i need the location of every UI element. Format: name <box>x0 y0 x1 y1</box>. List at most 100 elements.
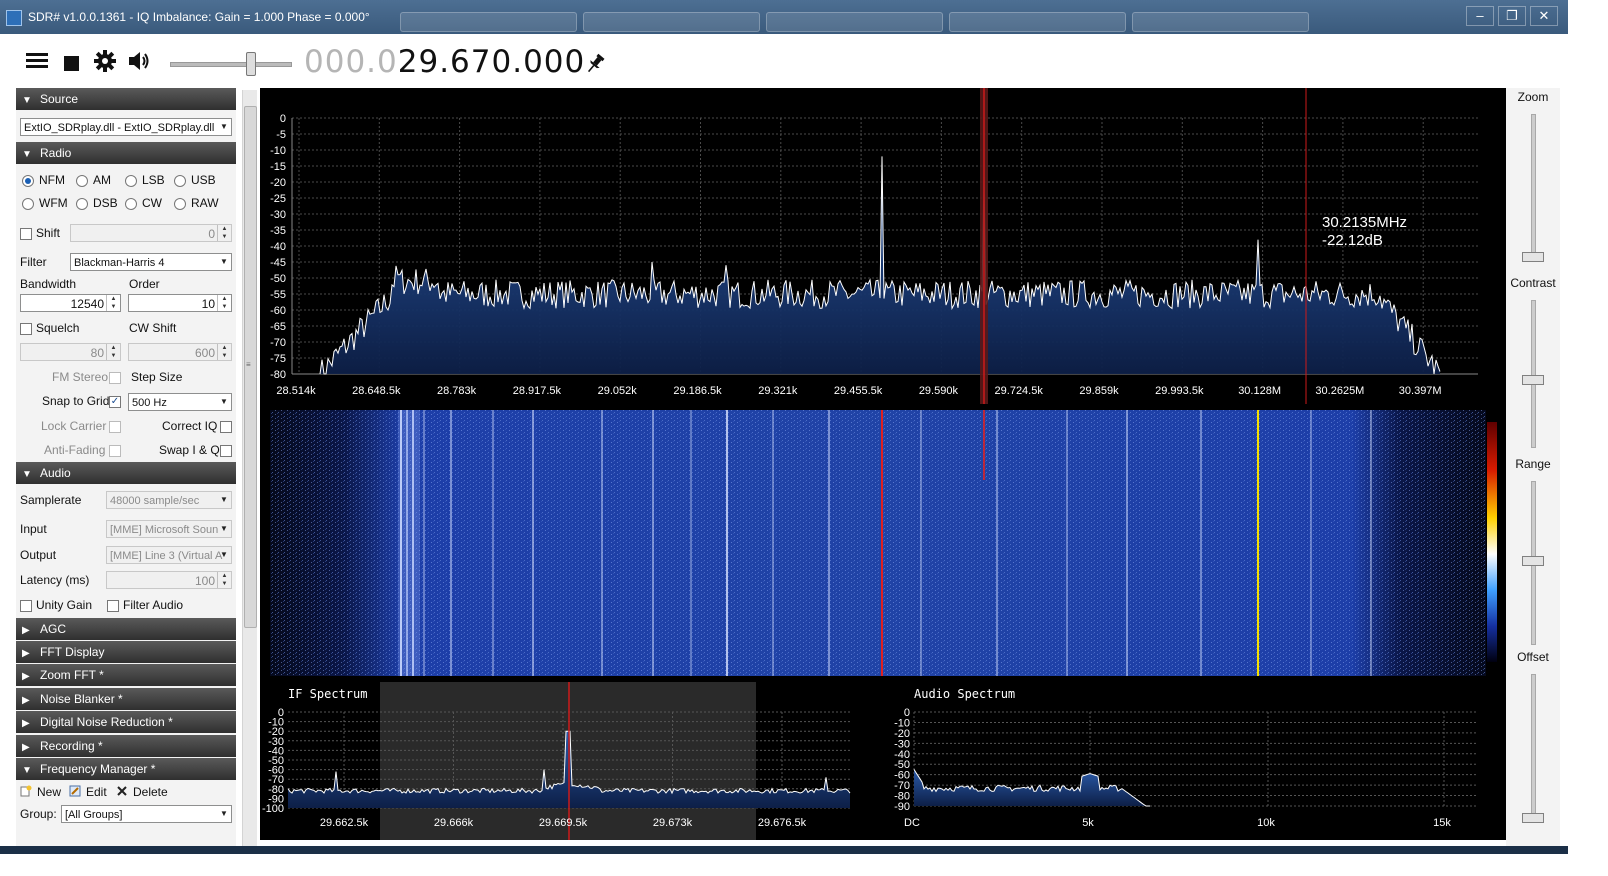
spinner-arrows-icon[interactable]: ▲ ▼ <box>217 295 231 311</box>
mode-lsb-label[interactable]: LSB <box>142 173 165 187</box>
mode-nfm-label[interactable]: NFM <box>39 173 65 187</box>
zoom-slider-track[interactable] <box>1531 114 1536 262</box>
agc-section-header[interactable]: ▶ AGC <box>16 618 236 640</box>
zoom-slider-thumb[interactable] <box>1522 252 1544 262</box>
browser-tab[interactable] <box>949 12 1126 32</box>
mode-lsb-radio[interactable] <box>125 175 137 187</box>
step-size-select[interactable]: 500 Hz ▼ <box>128 393 232 411</box>
edit-icon[interactable] <box>69 785 81 797</box>
fm-stereo-checkbox[interactable] <box>109 372 121 384</box>
frequency-display[interactable]: 000.029.670.000 <box>304 44 585 80</box>
latency-field[interactable]: 100 ▲ ▼ <box>106 571 232 589</box>
volume-slider-track[interactable] <box>170 62 292 67</box>
mode-am-label[interactable]: AM <box>93 173 111 187</box>
correct-iq-checkbox[interactable] <box>220 421 232 433</box>
spinner-arrows-icon[interactable]: ▲ ▼ <box>106 295 120 311</box>
mode-raw-label[interactable]: RAW <box>191 196 219 210</box>
if-spectrum-panel[interactable]: 0-10-20-30-40-50-60-70-80-90-10029.662.5… <box>260 682 880 840</box>
mode-dsb-radio[interactable] <box>76 198 88 210</box>
browser-tab[interactable] <box>583 12 760 32</box>
contrast-slider-thumb[interactable] <box>1522 375 1544 385</box>
collapse-arrow-icon: ▶ <box>22 625 30 636</box>
anti-fading-checkbox[interactable] <box>109 445 121 457</box>
mode-usb-label[interactable]: USB <box>191 173 216 187</box>
unity-gain-checkbox[interactable] <box>20 600 32 612</box>
edit-button[interactable]: Edit <box>86 785 107 799</box>
mode-cw-label[interactable]: CW <box>142 196 162 210</box>
delete-button[interactable]: Delete <box>133 785 168 799</box>
section-title: Noise Blanker * <box>40 692 123 706</box>
gear-icon[interactable] <box>92 48 118 74</box>
frequency-leading-digits[interactable]: 000.0 <box>304 44 398 80</box>
taskbar <box>0 846 1568 854</box>
shift-value-field[interactable]: 0 ▲ ▼ <box>70 224 232 242</box>
spinner-arrows-icon[interactable]: ▲ ▼ <box>217 344 231 360</box>
minimize-button[interactable]: – <box>1466 6 1494 26</box>
y-tick-label: -65 <box>270 321 286 333</box>
swap-iq-checkbox[interactable] <box>220 445 232 457</box>
speaker-icon[interactable] <box>126 48 152 74</box>
fft-display-section-header[interactable]: ▶ FFT Display <box>16 641 236 663</box>
menu-icon[interactable] <box>24 48 50 74</box>
mode-nfm-radio[interactable] <box>22 175 34 187</box>
cw-shift-field[interactable]: 600 ▲ ▼ <box>128 343 232 361</box>
snap-to-grid-checkbox[interactable]: ✓ <box>109 396 121 408</box>
source-section-header[interactable]: ▼ Source <box>16 88 236 110</box>
close-button[interactable]: ✕ <box>1530 6 1558 26</box>
squelch-field[interactable]: 80 ▲ ▼ <box>20 343 121 361</box>
input-device-select[interactable]: [MME] Microsoft Soun ▼ <box>106 520 232 538</box>
delete-icon[interactable] <box>116 785 128 797</box>
x-tick-label: DC <box>904 817 920 829</box>
spinner-arrows-icon[interactable]: ▲ ▼ <box>217 225 231 241</box>
browser-tab[interactable] <box>400 12 577 32</box>
mode-raw-radio[interactable] <box>174 198 186 210</box>
mode-wfm-radio[interactable] <box>22 198 34 210</box>
new-button[interactable]: New <box>37 785 61 799</box>
browser-tab[interactable] <box>766 12 943 32</box>
offset-slider-thumb[interactable] <box>1522 813 1544 823</box>
waterfall-display[interactable] <box>260 408 1506 678</box>
restore-button[interactable]: ❐ <box>1498 6 1526 26</box>
lock-carrier-checkbox[interactable] <box>109 421 121 433</box>
order-field[interactable]: 10 ▲ ▼ <box>128 294 232 312</box>
contrast-slider-track[interactable] <box>1531 300 1536 448</box>
mode-dsb-label[interactable]: DSB <box>93 196 118 210</box>
audio-spectrum-panel[interactable]: 0-10-20-30-40-50-60-70-80-90DC 5k 10k 15k A… <box>884 682 1506 840</box>
spectrum-display[interactable]: 0 -5 -10 -15 -20 -25 -30 -35 -40 -45 -50 -55 -60 -65 -… <box>260 88 1506 840</box>
mode-usb-radio[interactable] <box>174 175 186 187</box>
waterfall-carrier <box>652 410 654 676</box>
waterfall-carrier <box>881 410 883 676</box>
x-tick-label: 10k <box>1257 817 1275 829</box>
shift-checkbox[interactable] <box>20 228 32 240</box>
group-select[interactable]: [All Groups] ▼ <box>61 805 232 823</box>
filter-audio-checkbox[interactable] <box>107 600 119 612</box>
spinner-arrows-icon[interactable]: ▲ ▼ <box>217 572 231 588</box>
offset-slider-track[interactable] <box>1531 674 1536 822</box>
squelch-checkbox[interactable] <box>20 323 32 335</box>
audio-section-header[interactable]: ▼ Audio <box>16 462 236 484</box>
mode-cw-radio[interactable] <box>125 198 137 210</box>
recording-section-header[interactable]: ▶ Recording * <box>16 735 236 757</box>
noise-blanker-section-header[interactable]: ▶ Noise Blanker * <box>16 688 236 710</box>
spinner-arrows-icon[interactable]: ▲ ▼ <box>106 344 120 360</box>
zoom-fft-section-header[interactable]: ▶ Zoom FFT * <box>16 664 236 686</box>
samplerate-select[interactable]: 48000 sample/sec ▼ <box>106 491 232 509</box>
mode-am-radio[interactable] <box>76 175 88 187</box>
frequency-manager-section-header[interactable]: ▼ Frequency Manager * <box>16 758 236 780</box>
frequency-digits[interactable]: 29.670.000 <box>398 44 586 80</box>
mode-wfm-label[interactable]: WFM <box>39 196 68 210</box>
digital-noise-reduction-section-header[interactable]: ▶ Digital Noise Reduction * <box>16 711 236 733</box>
radio-section-header[interactable]: ▼ Radio <box>16 142 236 164</box>
volume-slider-thumb[interactable] <box>246 52 256 76</box>
control-panel-scrollbar[interactable]: ≡ <box>242 90 257 846</box>
filter-select[interactable]: Blackman-Harris 4 ▼ <box>70 253 232 271</box>
new-icon[interactable] <box>20 785 32 797</box>
output-device-select[interactable]: [MME] Line 3 (Virtual A ▼ <box>106 546 232 564</box>
pin-icon[interactable] <box>583 52 607 76</box>
collapse-arrow-icon: ▶ <box>22 742 30 753</box>
range-slider-thumb[interactable] <box>1522 556 1544 566</box>
source-device-select[interactable]: ExtIO_SDRplay.dll - ExtIO_SDRplay.dll ▼ <box>20 118 232 136</box>
bandwidth-field[interactable]: 12540 ▲ ▼ <box>20 294 121 312</box>
stop-icon[interactable] <box>64 56 79 71</box>
browser-tab[interactable] <box>1132 12 1309 32</box>
